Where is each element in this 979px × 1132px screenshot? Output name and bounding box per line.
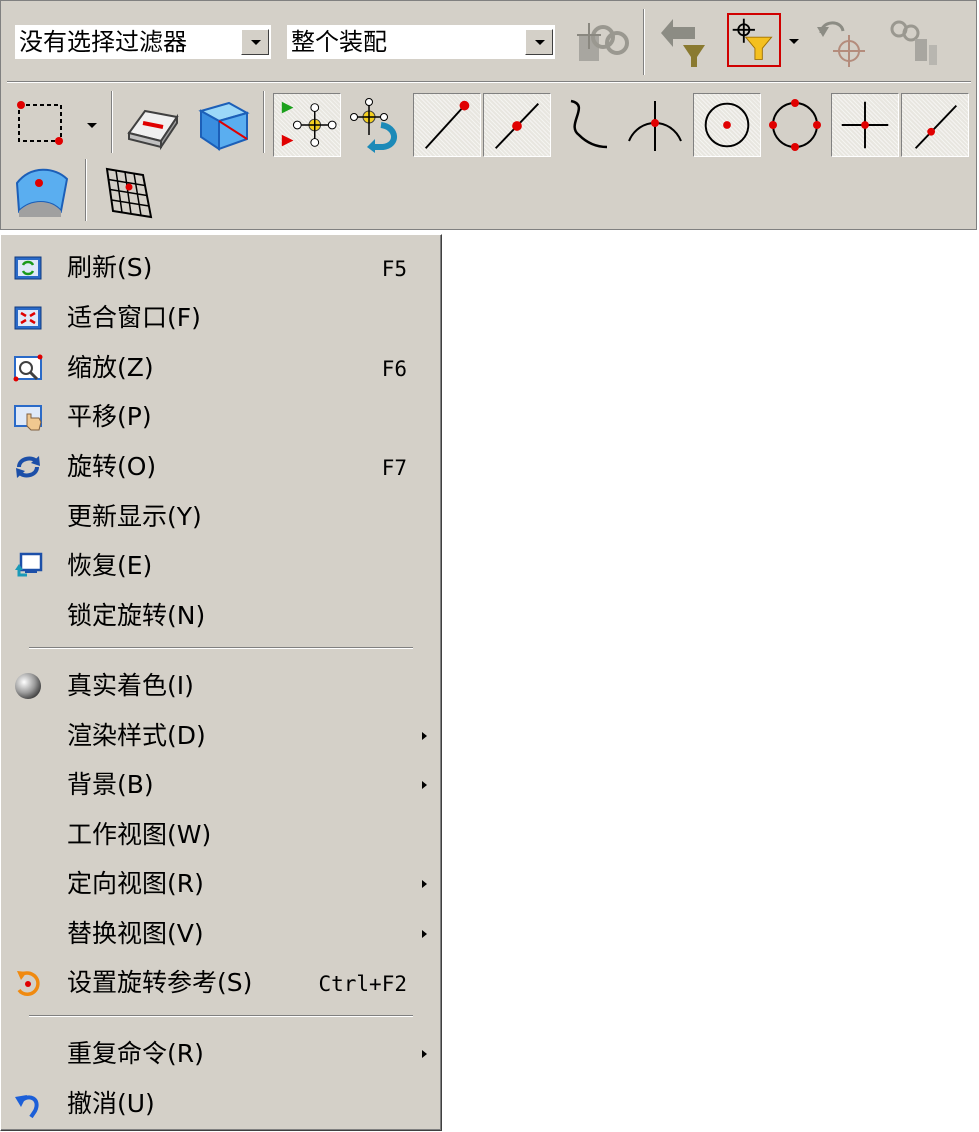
menu-item-shortcut: Ctrl+F2 <box>318 972 407 996</box>
menu-item-shortcut: F6 <box>381 357 407 381</box>
disabled-constraint-icon[interactable] <box>885 13 945 73</box>
menu-item-label: 刷新(S) <box>67 253 153 282</box>
intersection-icon[interactable] <box>625 95 685 155</box>
arc-center-icon[interactable] <box>693 93 761 157</box>
assembly-constraint-icon[interactable] <box>571 13 631 73</box>
curve-point-icon[interactable] <box>557 95 617 155</box>
menu-item-label: 替换视图(V) <box>67 919 204 948</box>
menu-item-refresh[interactable]: 刷新(S) F5 <box>5 244 437 290</box>
menu-item-label: 更新显示(Y) <box>67 502 202 531</box>
snap-point-return-icon[interactable] <box>345 95 405 155</box>
fit-window-icon <box>13 303 43 333</box>
menu-item-label: 背景(B) <box>67 770 154 799</box>
toolbar-row-divider <box>7 81 971 83</box>
rotate-icon <box>13 452 43 482</box>
eraser-icon[interactable] <box>123 95 183 155</box>
menu-item-label: 恢复(E) <box>67 551 153 580</box>
selection-filter-dropdown[interactable]: 没有选择过滤器 <box>15 25 271 59</box>
menu-item-label: 撤消(U) <box>67 1089 155 1118</box>
toolbar-separator <box>263 91 265 153</box>
selection-scope-dropdown[interactable]: 整个装配 <box>287 25 555 59</box>
tangent-point-icon[interactable] <box>901 93 969 157</box>
chevron-down-icon[interactable] <box>87 123 97 128</box>
menu-item-pan[interactable]: 平移(P) <box>5 393 437 439</box>
menu-item-true-shading[interactable]: 真实着色(I) <box>5 662 437 708</box>
submenu-arrow-icon <box>422 732 427 740</box>
menu-item-rotate[interactable]: 旋转(O) F7 <box>5 443 437 489</box>
menu-item-label: 缩放(Z) <box>67 353 154 382</box>
snap-filter-icon[interactable] <box>727 13 781 67</box>
chevron-down-icon[interactable] <box>241 29 269 55</box>
menu-item-zoom[interactable]: 缩放(Z) F6 <box>5 344 437 390</box>
menu-item-label: 平移(P) <box>67 402 152 431</box>
menu-item-shortcut: F5 <box>381 257 407 281</box>
menu-item-set-rotation-reference[interactable]: 设置旋转参考(S) Ctrl+F2 <box>5 959 437 1005</box>
menu-item-fit-window[interactable]: 适合窗口(F) <box>5 294 437 340</box>
chevron-down-icon[interactable] <box>789 39 799 44</box>
submenu-arrow-icon <box>422 880 427 888</box>
chevron-down-icon[interactable] <box>525 29 553 55</box>
perpendicular-icon[interactable] <box>831 93 899 157</box>
toolbar-panel: 没有选择过滤器 整个装配 <box>0 0 977 230</box>
zoom-icon <box>13 353 43 383</box>
endpoint-icon[interactable] <box>413 93 481 157</box>
refresh-icon <box>13 253 43 283</box>
menu-item-label: 工作视图(W) <box>67 820 212 849</box>
pan-icon <box>13 402 43 432</box>
quadrant-icon[interactable] <box>765 95 825 155</box>
menu-item-restore[interactable]: 恢复(E) <box>5 542 437 588</box>
menu-item-label: 真实着色(I) <box>67 671 194 700</box>
menu-separator <box>29 647 413 649</box>
menu-item-label: 旋转(O) <box>67 452 157 481</box>
menu-item-replace-view[interactable]: 替换视图(V) <box>5 910 437 956</box>
menu-item-update-display[interactable]: 更新显示(Y) <box>5 493 437 539</box>
restore-icon <box>13 551 43 581</box>
toolbar-separator <box>111 91 113 153</box>
menu-item-label: 渲染样式(D) <box>67 721 206 750</box>
submenu-arrow-icon <box>422 1050 427 1058</box>
menu-item-label: 重复命令(R) <box>67 1039 204 1068</box>
menu-item-repeat-command[interactable]: 重复命令(R) <box>5 1030 437 1076</box>
menu-item-render-style[interactable]: 渲染样式(D) <box>5 712 437 758</box>
menu-item-label: 定向视图(R) <box>67 869 204 898</box>
menu-item-lock-rotation[interactable]: 锁定旋转(N) <box>5 592 437 638</box>
submenu-arrow-icon <box>422 781 427 789</box>
undo-filter-icon[interactable] <box>655 13 715 73</box>
cube-icon[interactable] <box>193 95 253 155</box>
menu-item-shortcut: F7 <box>381 456 407 480</box>
true-shading-icon <box>13 671 43 701</box>
surface-point-icon[interactable] <box>11 161 71 221</box>
toolbar-separator <box>643 9 645 75</box>
submenu-arrow-icon <box>422 930 427 938</box>
menu-item-work-view[interactable]: 工作视图(W) <box>5 811 437 857</box>
selection-scope-value: 整个装配 <box>291 28 387 56</box>
toolbar-separator <box>85 159 87 221</box>
snap-point-icon[interactable] <box>273 93 341 157</box>
undo-snap-icon[interactable] <box>813 13 873 73</box>
midpoint-icon[interactable] <box>483 93 551 157</box>
rectangle-select-icon[interactable] <box>11 95 71 155</box>
menu-item-label: 设置旋转参考(S) <box>67 968 253 997</box>
menu-item-orient-view[interactable]: 定向视图(R) <box>5 860 437 906</box>
undo-icon <box>13 1089 43 1119</box>
menu-item-label: 适合窗口(F) <box>67 303 201 332</box>
selection-filter-value: 没有选择过滤器 <box>19 28 187 56</box>
menu-item-label: 锁定旋转(N) <box>67 601 206 630</box>
menu-item-undo[interactable]: 撤消(U) <box>5 1080 437 1126</box>
menu-separator <box>29 1015 413 1017</box>
view-context-menu: 刷新(S) F5 适合窗口(F) 缩放(Z) F6 平移(P) 旋转(O) F7… <box>0 234 442 1131</box>
set-rotation-reference-icon <box>13 968 43 998</box>
menu-item-background[interactable]: 背景(B) <box>5 761 437 807</box>
grid-icon[interactable] <box>99 161 159 221</box>
